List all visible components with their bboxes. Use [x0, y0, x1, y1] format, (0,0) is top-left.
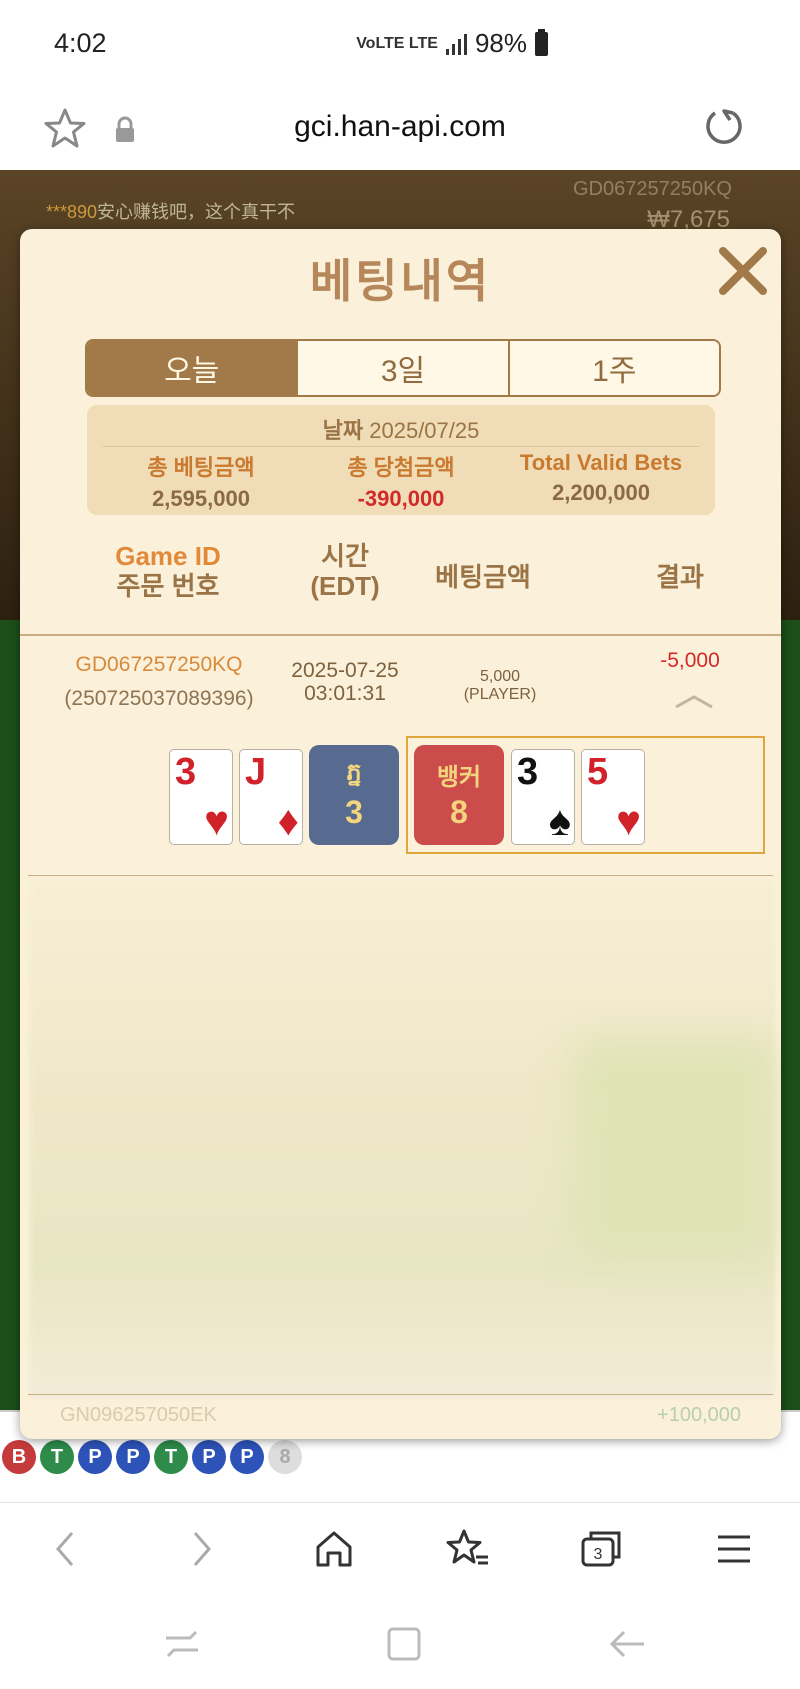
- banker-card: 5 ♥: [581, 749, 645, 845]
- recents-icon[interactable]: [160, 1624, 204, 1664]
- col-result: 결과: [656, 562, 704, 592]
- row-date: 2025-07-25: [291, 659, 399, 682]
- date-value: 2025/07/25: [369, 418, 480, 443]
- row-time: 2025-07-25 03:01:31: [280, 659, 410, 705]
- summary-panel: 날짜 2025/07/25 총 베팅금액 2,595,000 총 당첨금액 -3…: [87, 405, 715, 515]
- chevron-up-icon[interactable]: [672, 689, 716, 713]
- tab-1week[interactable]: 1주: [507, 341, 719, 395]
- row-bet: 5,000 (PLAYER): [440, 668, 560, 704]
- player-label: ភ្ន: [346, 759, 362, 786]
- road-dot: T: [154, 1440, 188, 1474]
- heart-suit-icon: ♥: [204, 797, 229, 844]
- card-rank: 5: [587, 751, 609, 793]
- valid-bets-value: 2,200,000: [552, 480, 650, 505]
- road-dot: P: [230, 1440, 264, 1474]
- browser-url-bar: gci.han-api.com: [0, 90, 800, 170]
- battery-percent: 98%: [474, 28, 527, 58]
- total-win-label: 총 당첨금액: [347, 455, 455, 480]
- row-bet-amount: 5,000: [479, 668, 521, 685]
- chat-text: 安心赚钱吧，这个真干不: [97, 202, 296, 222]
- close-icon[interactable]: [715, 243, 771, 299]
- road-dot: T: [40, 1440, 74, 1474]
- svg-text:3: 3: [594, 1546, 603, 1563]
- road-dot: 8: [268, 1440, 302, 1474]
- system-nav-bar: [0, 1594, 800, 1689]
- tabs-icon[interactable]: 3: [575, 1523, 627, 1575]
- home-button-icon[interactable]: [382, 1624, 426, 1664]
- valid-bets: Total Valid Bets 2,200,000: [501, 450, 701, 506]
- status-indicators: VoLTE LTE 98%: [356, 28, 548, 59]
- period-tabs: 오늘 3일 1주: [85, 339, 721, 397]
- card-rank: 3: [517, 751, 539, 793]
- modal-title: 베팅내역: [309, 255, 492, 307]
- back-icon[interactable]: [40, 1523, 92, 1575]
- banker-label: 뱅커: [436, 764, 482, 791]
- bg-game-id: GD067257250KQ: [572, 178, 732, 200]
- diamond-suit-icon: ♦: [277, 797, 299, 844]
- reload-icon[interactable]: [700, 104, 748, 152]
- road-dot: P: [192, 1440, 226, 1474]
- url-text[interactable]: gci.han-api.com: [0, 110, 800, 144]
- menu-icon[interactable]: [708, 1523, 760, 1575]
- summary-date: 날짜 2025/07/25: [87, 413, 715, 445]
- spade-suit-icon: ♠: [548, 797, 571, 844]
- summary-divider: [103, 446, 699, 447]
- next-row-game-id: GN096257050EK: [60, 1404, 217, 1426]
- banker-score-badge: 뱅커 8: [414, 745, 504, 845]
- player-card: 3 ♥: [169, 749, 233, 845]
- col-time: 시간 (EDT): [285, 541, 405, 601]
- banker-card: 3 ♠: [511, 749, 575, 845]
- chat-user: ***890: [46, 202, 98, 222]
- bookmarks-icon[interactable]: [442, 1523, 494, 1575]
- heart-suit-icon: ♥: [616, 797, 641, 844]
- row-game-id[interactable]: GD067257250KQ: [44, 653, 274, 677]
- col-time-label: 시간: [321, 541, 369, 571]
- card-rank: J: [245, 751, 267, 793]
- forward-icon[interactable]: [175, 1523, 227, 1575]
- card-rank: 3: [175, 751, 197, 793]
- bet-history-modal: 베팅내역 오늘 3일 1주 날짜 2025/07/25 총 베팅금액 2,595…: [20, 229, 781, 1439]
- total-bet-label: 총 베팅금액: [147, 455, 255, 480]
- col-game-id: Game ID 주문 번호: [68, 541, 268, 601]
- date-label: 날짜: [322, 418, 364, 443]
- road-dot: P: [116, 1440, 150, 1474]
- col-game-id-label: Game ID: [115, 541, 221, 571]
- total-win-value: -390,000: [357, 486, 445, 511]
- banker-score: 8: [450, 794, 468, 830]
- status-bar: 4:02 VoLTE LTE 98%: [0, 0, 800, 90]
- row-divider: [28, 1394, 773, 1395]
- col-time-zone: (EDT): [310, 571, 380, 601]
- redacted-area: [30, 879, 775, 1399]
- battery-icon: [535, 28, 548, 56]
- back-button-icon[interactable]: [606, 1624, 650, 1664]
- header-divider: [20, 634, 781, 636]
- road-dot: P: [78, 1440, 112, 1474]
- total-bet-value: 2,595,000: [152, 486, 250, 511]
- home-icon[interactable]: [308, 1523, 360, 1575]
- valid-bets-label: Total Valid Bets: [519, 450, 683, 475]
- tab-3days[interactable]: 3일: [296, 341, 508, 395]
- col-bet-amount: 베팅금액: [435, 562, 531, 592]
- chat-message: ***890安心赚钱吧，这个真干不: [46, 198, 295, 224]
- player-score-badge: ភ្ន 3: [309, 745, 399, 845]
- row-divider: [28, 875, 773, 876]
- next-row-result: +100,000: [657, 1404, 741, 1426]
- total-win: 총 당첨금액 -390,000: [301, 450, 501, 512]
- total-bet: 총 베팅금액 2,595,000: [101, 450, 301, 512]
- row-bet-side: (PLAYER): [463, 686, 537, 703]
- network-icon: VoLTE LTE: [356, 34, 438, 52]
- road-dot: B: [2, 1440, 36, 1474]
- player-score: 3: [345, 794, 363, 830]
- row-result: -5,000: [660, 649, 720, 672]
- status-time: 4:02: [54, 28, 107, 58]
- browser-toolbar: 3: [0, 1502, 800, 1595]
- row-clock: 03:01:31: [304, 682, 386, 705]
- player-card: J ♦: [239, 749, 303, 845]
- signal-icon: [445, 33, 467, 55]
- col-order-no-label: 주문 번호: [116, 571, 220, 601]
- tab-today[interactable]: 오늘: [87, 341, 297, 395]
- row-order-no: (250725037089396): [64, 687, 254, 710]
- road-dots: B T P P T P P 8: [2, 1440, 302, 1474]
- table-header: Game ID 주문 번호 시간 (EDT) 베팅금액 결과: [20, 529, 781, 621]
